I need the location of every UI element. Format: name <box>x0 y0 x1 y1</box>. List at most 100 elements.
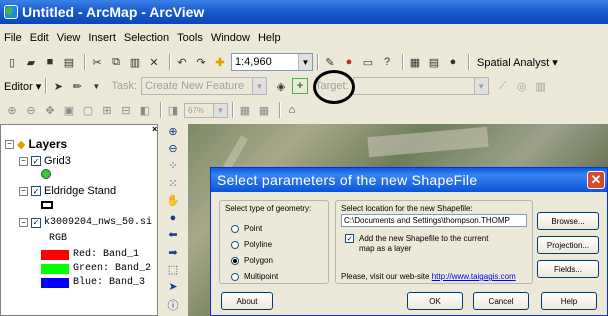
sketch-tool-icon[interactable]: ✏ <box>69 78 85 94</box>
checkbox-icon[interactable]: ✓ <box>345 234 354 243</box>
cancel-button[interactable]: Cancel <box>473 292 529 310</box>
geometry-radio-multipoint[interactable]: Multipoint <box>231 272 278 281</box>
chevron-down-icon[interactable]: ▼ <box>88 78 104 94</box>
pan-page-icon[interactable]: ✥ <box>42 102 58 118</box>
zoom-out-page-icon[interactable]: ⊖ <box>23 102 39 118</box>
back-icon[interactable]: ⬅ <box>164 228 182 242</box>
layer-item[interactable]: − ✓ Grid3 <box>19 155 71 167</box>
copy-icon[interactable]: ⧉ <box>108 54 124 70</box>
layer-item[interactable]: − ✓ k3009204_nws_50.si <box>19 217 152 228</box>
layer-item[interactable]: − ✓ Eldridge Stand <box>19 185 116 197</box>
geometry-radio-polygon[interactable]: Polygon <box>231 256 273 265</box>
open-icon[interactable]: ▰ <box>23 54 39 70</box>
arctoolbox-icon[interactable]: ● <box>341 54 357 70</box>
browse-button[interactable]: Browse... <box>537 212 599 230</box>
chevron-down-icon[interactable]: ▼ <box>213 103 227 117</box>
layer-symbol[interactable] <box>41 201 53 209</box>
chevron-down-icon[interactable]: ▼ <box>473 78 488 94</box>
identify-icon[interactable]: ⓘ <box>164 297 182 313</box>
collapse-icon[interactable]: − <box>19 156 28 166</box>
save-icon[interactable]: ■ <box>42 54 58 70</box>
table-icon[interactable]: ▥ <box>533 78 549 94</box>
projection-button[interactable]: Projection... <box>537 236 599 254</box>
radio-icon[interactable] <box>231 224 239 233</box>
target-combo[interactable]: ▼ <box>352 77 489 95</box>
add-to-map-checkbox[interactable]: ✓ Add the new Shapefile to the current ma… <box>345 234 488 254</box>
paste-icon[interactable]: ▥ <box>127 54 143 70</box>
select-features-icon[interactable]: ⬚ <box>164 262 182 276</box>
layer-visibility-checkbox[interactable]: ✓ <box>31 186 41 196</box>
undo-icon[interactable]: ↶ <box>174 54 190 70</box>
fixed-zoom-in-icon[interactable]: ⁘ <box>164 159 182 173</box>
menu-help[interactable]: Help <box>258 32 281 44</box>
radio-icon[interactable] <box>231 240 239 249</box>
whats-this-icon[interactable]: ? <box>379 54 395 70</box>
toggle-draft-icon[interactable]: ▦ <box>237 102 253 118</box>
menu-tools[interactable]: Tools <box>177 32 203 44</box>
task-combo[interactable]: Create New Feature ▼ <box>141 77 268 95</box>
ok-button[interactable]: OK <box>407 292 463 310</box>
zoom-out-icon[interactable]: ⊖ <box>164 141 182 155</box>
menu-file[interactable]: File <box>4 32 22 44</box>
print-icon[interactable]: ▤ <box>61 54 77 70</box>
radio-icon[interactable] <box>231 256 239 265</box>
select-elements-icon[interactable]: ➤ <box>164 280 182 294</box>
close-icon[interactable]: × <box>152 124 157 134</box>
editor-menu[interactable]: Editor ▾ <box>4 80 41 93</box>
command-line-icon[interactable]: ▭ <box>360 54 376 70</box>
menu-window[interactable]: Window <box>211 32 250 44</box>
menu-selection[interactable]: Selection <box>124 32 169 44</box>
globe-icon[interactable]: ● <box>445 54 461 70</box>
delete-icon[interactable]: ✕ <box>146 54 162 70</box>
collapse-icon[interactable]: − <box>19 186 28 196</box>
forward-icon[interactable]: ➡ <box>164 245 182 259</box>
zoom-combo[interactable]: 67% ▼ <box>184 102 228 118</box>
redo-icon[interactable]: ↷ <box>193 54 209 70</box>
zoom-in-page-icon[interactable]: ⊕ <box>4 102 20 118</box>
layers-root[interactable]: − ◆ Layers <box>5 137 67 151</box>
website-link[interactable]: http://www.taigagis.com <box>432 272 516 281</box>
shapefile-tool-icon[interactable]: ◈ <box>273 78 289 94</box>
collapse-icon[interactable]: − <box>19 218 28 227</box>
pan-icon[interactable]: ✋ <box>164 193 182 207</box>
map-scale-combo[interactable]: 1:4,960 ▼ <box>231 53 313 71</box>
geometry-radio-point[interactable]: Point <box>231 224 262 233</box>
edit-tool-icon[interactable]: ➤ <box>50 78 66 94</box>
location-path-input[interactable]: C:\Documents and Settings\thompson.THOMP <box>341 214 527 227</box>
fixed-zoom-out-icon[interactable]: ⊟ <box>118 102 134 118</box>
add-data-icon[interactable]: ✚ <box>212 54 228 70</box>
help-button[interactable]: Help <box>541 292 597 310</box>
menu-insert[interactable]: Insert <box>88 32 116 44</box>
layer-visibility-checkbox[interactable]: ✓ <box>31 217 41 228</box>
fixed-zoom-out-icon[interactable]: ⁙ <box>164 176 182 190</box>
about-button[interactable]: About <box>221 292 273 310</box>
fixed-zoom-in-icon[interactable]: ⊞ <box>99 102 115 118</box>
close-icon[interactable]: ✕ <box>587 171 605 189</box>
attributes-icon[interactable]: ⟋ <box>495 78 511 94</box>
full-extent-icon[interactable]: ● <box>164 210 182 224</box>
catalog-icon[interactable]: ▦ <box>407 54 423 70</box>
zoom-whole-page-icon[interactable]: ▣ <box>61 102 77 118</box>
fields-button[interactable]: Fields... <box>537 260 599 278</box>
layer-symbol[interactable] <box>41 169 51 179</box>
chevron-down-icon[interactable]: ▼ <box>252 78 267 94</box>
layer-visibility-checkbox[interactable]: ✓ <box>31 156 41 166</box>
menu-edit[interactable]: Edit <box>30 32 49 44</box>
table-icon[interactable]: ▤ <box>426 54 442 70</box>
zoom-in-icon[interactable]: ⊕ <box>164 124 182 138</box>
focus-data-frame-icon[interactable]: ▦ <box>256 102 272 118</box>
collapse-icon[interactable]: − <box>5 139 14 149</box>
new-shapefile-icon[interactable]: + <box>292 78 309 94</box>
geometry-radio-polyline[interactable]: Polyline <box>231 240 272 249</box>
sketch-properties-icon[interactable]: ◎ <box>514 78 530 94</box>
new-icon[interactable]: ▯ <box>4 54 20 70</box>
cut-icon[interactable]: ✂ <box>89 54 105 70</box>
chevron-down-icon[interactable]: ▼ <box>298 54 312 70</box>
forward-extent-icon[interactable]: ◨ <box>165 102 181 118</box>
menu-view[interactable]: View <box>57 32 81 44</box>
editor-toolbar-icon[interactable]: ✎ <box>322 54 338 70</box>
zoom-100-icon[interactable]: ▢ <box>80 102 96 118</box>
radio-icon[interactable] <box>231 272 239 281</box>
spatial-analyst-menu[interactable]: Spatial Analyst ▾ <box>477 56 558 69</box>
back-extent-icon[interactable]: ◧ <box>137 102 153 118</box>
